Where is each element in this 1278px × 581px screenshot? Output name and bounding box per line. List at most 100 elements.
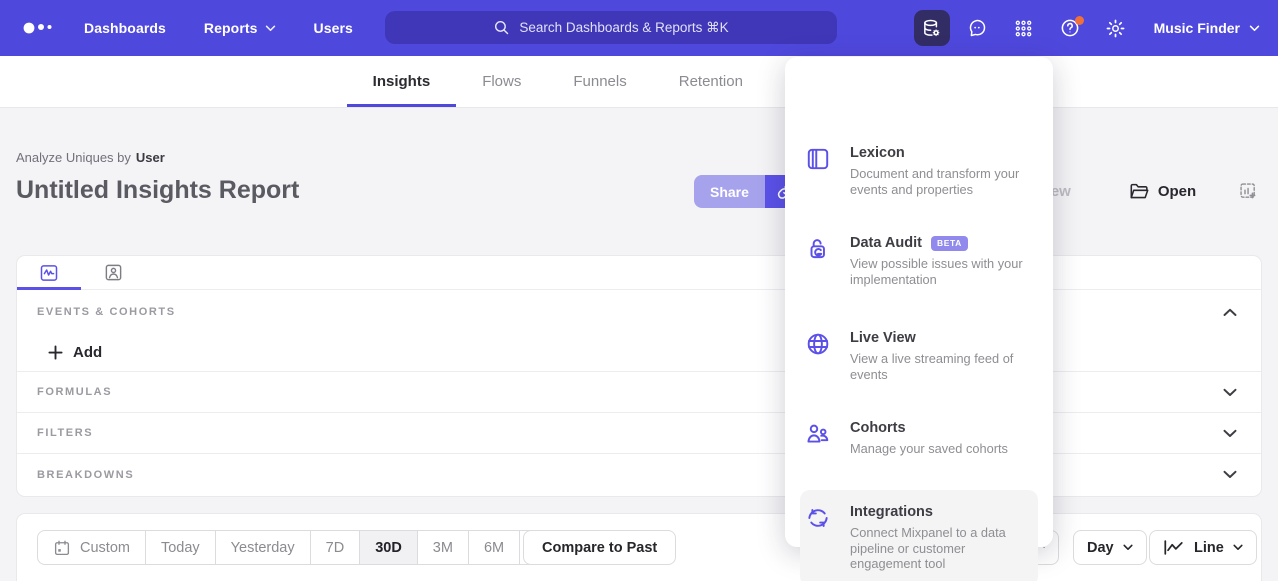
lexicon-icon [805,146,831,172]
tab-flows[interactable]: Flows [456,56,547,107]
data-audit-title: Data Audit [850,235,922,251]
analysis-subtitle: Analyze Uniques by User [16,150,165,165]
chevron-down-icon [1123,544,1133,551]
add-to-dashboard-button[interactable] [1238,181,1259,202]
share-button[interactable]: Share [694,175,765,208]
report-tabbar: Insights Flows Funnels Retention Signal … [0,56,1278,108]
granularity-label: Day [1087,540,1114,556]
line-chart-icon [1163,539,1185,556]
range-yesterday[interactable]: Yesterday [216,531,311,564]
range-7d[interactable]: 7D [311,531,361,564]
navbar-right: Music Finder [914,0,1260,56]
filters-label: FILTERS [37,427,93,439]
nav-users[interactable]: Users [314,20,353,36]
live-view-title: Live View [850,330,916,346]
data-audit-desc: View possible issues with your implement… [850,256,1026,287]
range-custom-label: Custom [80,540,130,556]
add-event-button[interactable]: Add [48,344,102,361]
data-audit-icon [805,236,831,262]
tab-funnels[interactable]: Funnels [547,56,652,107]
chevron-down-icon[interactable] [1223,470,1237,479]
search-placeholder: Search Dashboards & Reports ⌘K [519,20,728,36]
feedback-button[interactable] [960,10,996,46]
chevron-down-icon [1249,25,1260,32]
live-view-icon [805,331,831,357]
menu-item-live-view[interactable]: Live View View a live streaming feed of … [800,330,1038,382]
range-custom[interactable]: Custom [38,531,146,564]
tab-retention[interactable]: Retention [653,56,769,107]
live-view-desc: View a live streaming feed of events [850,351,1026,382]
chevron-up-icon[interactable] [1223,308,1237,317]
compare-to-past-button[interactable]: Compare to Past [523,530,676,565]
open-report-button[interactable]: Open [1129,182,1196,201]
search-icon [493,19,510,36]
project-name: Music Finder [1154,20,1240,36]
report-file-actions: New Open [1040,175,1278,208]
breakdowns-section[interactable]: BREAKDOWNS [17,454,1261,495]
project-switcher[interactable]: Music Finder [1154,20,1260,36]
nav-users-label: Users [314,20,353,36]
integrations-icon [805,505,831,531]
data-management-button[interactable] [914,10,950,46]
search-input[interactable]: Search Dashboards & Reports ⌘K [385,11,837,44]
tab-chart-view[interactable] [17,256,81,289]
plus-icon [48,345,63,360]
breakdowns-label: BREAKDOWNS [37,469,134,481]
analysis-prefix: Analyze Uniques by [16,150,131,165]
add-label: Add [73,344,102,361]
report-title[interactable]: Untitled Insights Report [16,176,299,205]
integrations-title: Integrations [850,504,933,520]
range-6m[interactable]: 6M [469,531,520,564]
events-cohorts-section-header[interactable]: EVENTS & COHORTS [17,290,1261,334]
range-today[interactable]: Today [146,531,216,564]
chevron-down-icon [1233,544,1243,551]
formulas-section[interactable]: FORMULAS [17,372,1261,413]
events-cohorts-label: EVENTS & COHORTS [37,306,176,318]
calendar-icon [53,539,71,557]
lexicon-title: Lexicon [850,145,905,161]
filters-section[interactable]: FILTERS [17,413,1261,454]
nav-reports[interactable]: Reports [204,20,276,36]
top-navbar: Dashboards Reports Users Search Dashboar… [0,0,1278,56]
beta-badge: BETA [931,236,968,251]
menu-item-integrations[interactable]: Integrations Connect Mixpanel to a data … [800,490,1038,581]
nav-links: Dashboards Reports Users [84,20,353,36]
integrations-desc: Connect Mixpanel to a data pipeline or c… [850,525,1026,572]
tab-user-view[interactable] [81,256,145,289]
range-3m[interactable]: 3M [418,531,469,564]
formulas-label: FORMULAS [37,386,112,398]
chevron-down-icon[interactable] [1223,429,1237,438]
open-label: Open [1158,183,1196,200]
menu-item-data-audit[interactable]: Data Audit BETA View possible issues wit… [800,235,1038,287]
menu-item-cohorts[interactable]: Cohorts Manage your saved cohorts [800,420,1038,457]
range-30d[interactable]: 30D [360,531,418,564]
help-notification-dot [1075,16,1084,25]
chevron-down-icon[interactable] [1223,388,1237,397]
nav-dashboards-label: Dashboards [84,20,166,36]
nav-reports-label: Reports [204,20,258,36]
query-builder-panel: EVENTS & COHORTS Add FORMULAS FILTERS BR… [16,255,1262,497]
chevron-down-icon [265,25,276,32]
granularity-selector-button[interactable]: Day [1073,530,1147,565]
cohorts-desc: Manage your saved cohorts [850,441,1008,457]
apps-grid-button[interactable] [1006,10,1042,46]
builder-view-tabs [17,256,1261,290]
tab-insights[interactable]: Insights [347,56,457,107]
help-button[interactable] [1052,10,1088,46]
cohorts-icon [805,421,831,447]
user-profile-icon [104,263,123,282]
board-add-icon [1238,181,1259,202]
grid-dots-icon [1013,18,1034,39]
chart-type-selector-button[interactable]: Line [1149,530,1257,565]
analysis-entity[interactable]: User [136,150,165,165]
folder-icon [1129,182,1150,201]
pulse-chart-icon [39,263,59,283]
chart-controls-panel: Custom Today Yesterday 7D 30D 3M 6M 12M … [16,513,1262,581]
settings-button[interactable] [1098,10,1134,46]
date-range-control: Custom Today Yesterday 7D 30D 3M 6M 12M [37,530,579,565]
add-event-row: Add [17,334,1261,372]
menu-item-lexicon[interactable]: Lexicon Document and transform your even… [800,145,1038,197]
lexicon-desc: Document and transform your events and p… [850,166,1026,197]
mixpanel-logo-icon[interactable] [22,20,56,36]
nav-dashboards[interactable]: Dashboards [84,20,166,36]
